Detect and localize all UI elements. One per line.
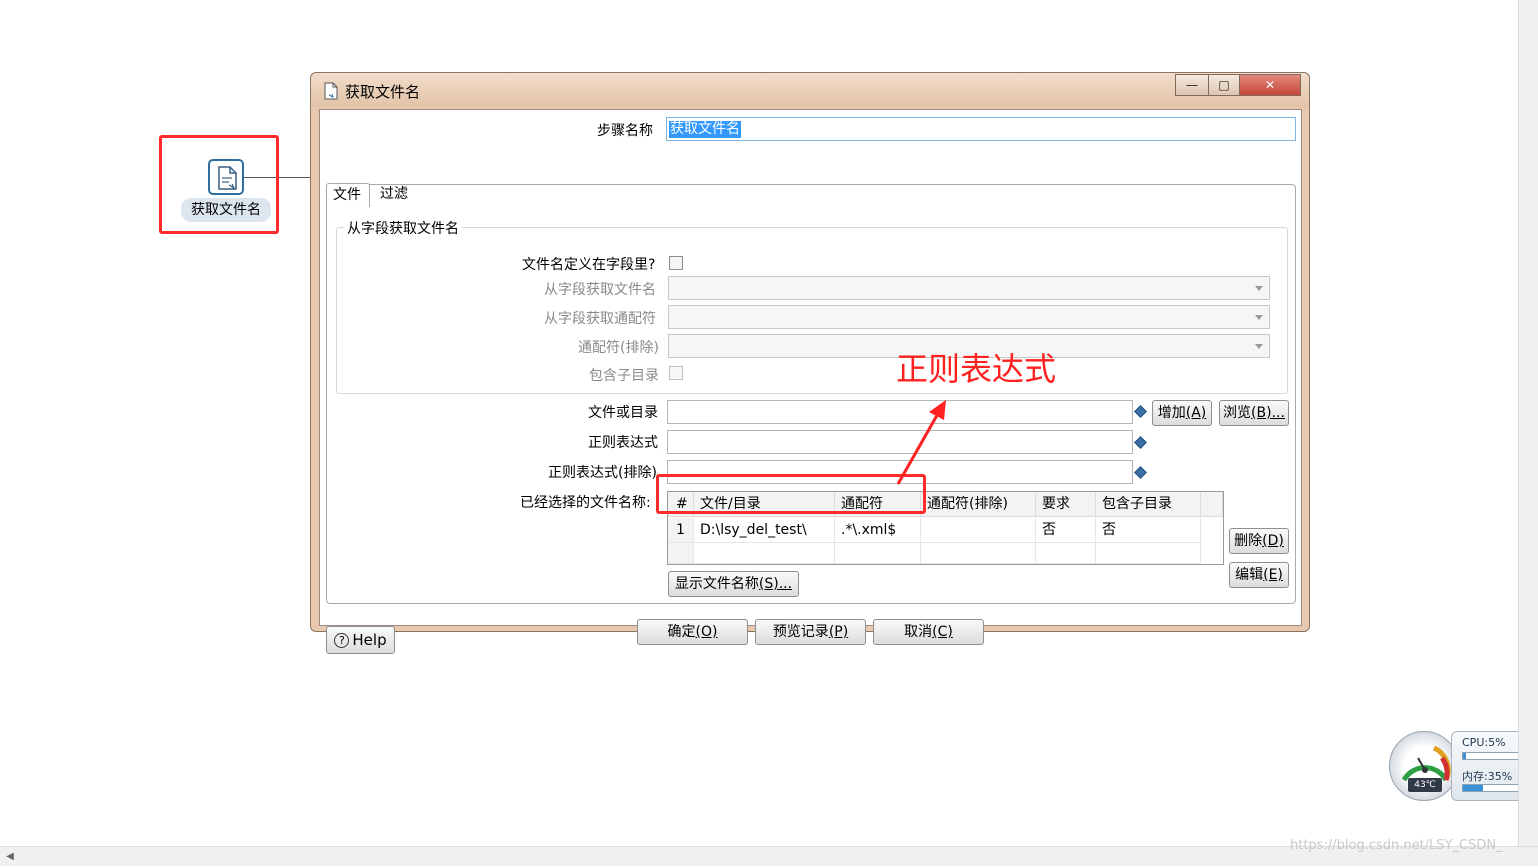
include-subdirs-field-label: 包含子目录 — [589, 368, 659, 384]
tab-filter[interactable]: 过滤 — [374, 183, 418, 207]
browse-button-label: 浏览 — [1223, 405, 1252, 421]
add-button-hotkey: (A) — [1185, 405, 1207, 421]
table-empty-cell[interactable] — [694, 543, 835, 564]
transformation-canvas[interactable]: 获取文件名 获取文件名 — □ ✕ 步骤名称 获取文件名 文件 过滤 从字段获取… — [0, 0, 1538, 866]
dialog-title: 获取文件名 — [345, 83, 421, 101]
table-cell-subdirs[interactable]: 否 — [1096, 518, 1201, 543]
table-empty-cell[interactable] — [921, 543, 1036, 564]
browse-button[interactable]: 浏览(B)... — [1219, 400, 1289, 426]
dialog-titlebar[interactable]: 获取文件名 — □ ✕ — [311, 73, 1309, 107]
minimize-icon: — — [1186, 78, 1198, 92]
cpu-bar-fill — [1463, 753, 1466, 759]
close-icon: ✕ — [1264, 78, 1276, 92]
delete-button[interactable]: 删除(D) — [1229, 528, 1289, 554]
cpu-bar — [1462, 752, 1520, 760]
show-filenames-label: 显示文件名称 — [674, 576, 759, 592]
table-cell-wildcard[interactable]: .*\.xml$ — [835, 518, 921, 543]
table-empty-cell[interactable] — [1036, 543, 1096, 564]
gauge-icon: 43℃ — [1389, 731, 1459, 801]
preview-label: 预览记录 — [772, 624, 829, 640]
edit-button-label: 编辑 — [1235, 567, 1264, 583]
minimize-button[interactable]: — — [1175, 74, 1209, 96]
chevron-down-icon — [1255, 344, 1263, 349]
filename-from-field-label: 从字段获取文件名 — [544, 282, 656, 298]
system-monitor-widget[interactable]: 43℃ CPU:5% 内存:35% — [1389, 731, 1529, 801]
dialog-client: 步骤名称 获取文件名 文件 过滤 从字段获取文件名 文件名定义在字段里? 从字段… — [319, 109, 1302, 654]
exclude-wildcard-field-label: 通配符(排除) — [578, 340, 659, 356]
scroll-left-icon[interactable]: ◀ — [2, 847, 18, 867]
table-header-subdirs[interactable]: 包含子目录 — [1096, 492, 1201, 517]
ok-label: 确定 — [667, 624, 696, 640]
memory-label: 内存:35% — [1462, 770, 1513, 783]
help-button[interactable]: ? Help — [326, 626, 395, 654]
show-filenames-button[interactable]: 显示文件名称(S)... — [668, 571, 799, 597]
browse-button-hotkey: (B)... — [1251, 405, 1285, 421]
regex-label: 正则表达式 — [588, 435, 658, 451]
cancel-label: 取消 — [904, 624, 933, 640]
regex-exclude-label: 正则表达式(排除) — [548, 465, 657, 481]
table-header-required[interactable]: 要求 — [1036, 492, 1096, 517]
wildcard-from-field-label: 从字段获取通配符 — [544, 311, 656, 327]
step-name-label: 步骤名称 — [597, 123, 653, 139]
table-cell-required[interactable]: 否 — [1036, 518, 1096, 543]
table-cell-path[interactable]: D:\lsy_del_test\ — [694, 518, 835, 543]
table-empty-row[interactable] — [668, 543, 694, 564]
tab-file[interactable]: 文件 — [326, 183, 370, 207]
help-label: Help — [352, 631, 387, 649]
help-icon: ? — [334, 633, 350, 648]
memory-bar-fill — [1463, 785, 1483, 791]
table-cell-exclude[interactable] — [921, 518, 1036, 543]
defined-in-field-label: 文件名定义在字段里? — [522, 257, 656, 273]
tab-file-label: 文件 — [333, 187, 361, 203]
chevron-down-icon — [1255, 286, 1263, 291]
delete-button-label: 删除 — [1234, 533, 1263, 549]
file-icon — [324, 82, 338, 100]
show-filenames-hotkey: (S)... — [758, 576, 793, 592]
highlight-row-box — [656, 474, 926, 514]
preview-hotkey: (P) — [828, 624, 849, 640]
memory-bar — [1462, 784, 1520, 792]
maximize-icon: □ — [1218, 78, 1230, 92]
cancel-hotkey: (C) — [932, 624, 953, 640]
defined-in-field-checkbox[interactable] — [669, 256, 683, 270]
temperature-readout: 43℃ — [1408, 778, 1442, 792]
ok-button[interactable]: 确定(O) — [637, 619, 748, 645]
tab-filter-label: 过滤 — [380, 186, 408, 202]
selected-files-label: 已经选择的文件名称: — [520, 495, 651, 511]
annotation-arrow-icon — [896, 400, 946, 485]
step-name-value: 获取文件名 — [669, 121, 741, 138]
table-empty-cell[interactable] — [835, 543, 921, 564]
preview-button[interactable]: 预览记录(P) — [755, 619, 866, 645]
annotation-label: 正则表达式 — [896, 350, 1057, 388]
edit-button[interactable]: 编辑(E) — [1229, 562, 1289, 588]
vertical-scrollbar[interactable] — [1518, 0, 1538, 846]
wildcard-from-field-select[interactable] — [668, 305, 1270, 329]
edit-button-hotkey: (E) — [1263, 567, 1283, 583]
cancel-button[interactable]: 取消(C) — [873, 619, 984, 645]
cpu-label: CPU:5% — [1462, 736, 1506, 749]
chevron-down-icon — [1255, 315, 1263, 320]
ok-hotkey: (O) — [695, 624, 718, 640]
add-button[interactable]: 增加(A) — [1152, 400, 1212, 426]
highlight-step-box — [159, 135, 279, 234]
group-title: 从字段获取文件名 — [344, 218, 462, 238]
table-header-exclude[interactable]: 通配符(排除) — [921, 492, 1036, 517]
get-filenames-dialog: 获取文件名 — □ ✕ 步骤名称 获取文件名 文件 过滤 从字段获取文件名 文件… — [310, 72, 1310, 654]
table-empty-cell[interactable] — [1096, 543, 1201, 564]
filename-from-field-select[interactable] — [668, 276, 1270, 300]
window-controls: — □ ✕ — [1175, 74, 1302, 96]
watermark-text: https://blog.csdn.net/LSY_CSDN_ — [1290, 838, 1503, 853]
close-button[interactable]: ✕ — [1239, 74, 1301, 96]
delete-button-hotkey: (D) — [1262, 533, 1284, 549]
add-button-label: 增加 — [1157, 405, 1186, 421]
table-cell-num[interactable]: 1 — [668, 518, 694, 543]
maximize-button[interactable]: □ — [1208, 74, 1240, 96]
include-subdirs-field-checkbox[interactable] — [669, 366, 683, 380]
table-header-filler — [1201, 492, 1223, 517]
step-name-input[interactable]: 获取文件名 — [666, 117, 1296, 141]
file-or-dir-label: 文件或目录 — [588, 405, 658, 421]
